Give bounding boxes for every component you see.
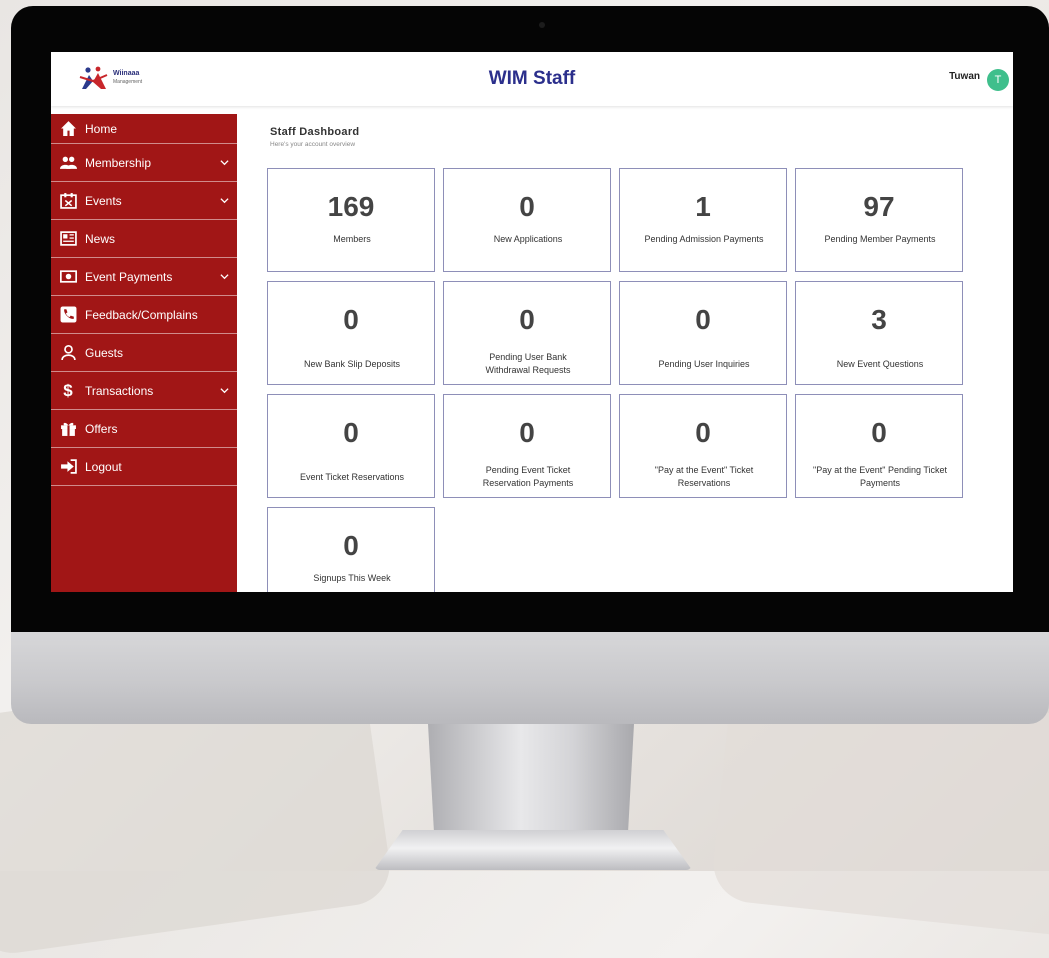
stat-label: "Pay at the Event" Pending Ticket Paymen… bbox=[813, 465, 947, 488]
screen: Wiinaaa Management WIM Staff Tuwan T Hom… bbox=[51, 52, 1013, 592]
stat-value: 0 bbox=[519, 191, 535, 222]
stat-value: 0 bbox=[343, 304, 359, 335]
sidebar-item-label: News bbox=[85, 231, 116, 246]
avatar[interactable]: T bbox=[987, 69, 1009, 91]
sidebar-item-logout[interactable]: Logout bbox=[51, 448, 237, 486]
stat-label: New Applications bbox=[493, 233, 563, 244]
calendar-icon bbox=[59, 192, 77, 210]
chevron-down-icon bbox=[220, 197, 229, 203]
phone-icon bbox=[59, 306, 77, 324]
stat-value: 97 bbox=[863, 191, 895, 222]
stat-card-signups-this-week[interactable]: 0 Signups This Week bbox=[267, 507, 435, 592]
sidebar: Home Membership Events News Event Paymen… bbox=[51, 114, 237, 592]
stat-value: 0 bbox=[871, 417, 887, 448]
sidebar-item-label: Event Payments bbox=[85, 269, 173, 284]
sidebar-item-feedback[interactable]: Feedback/Complains bbox=[51, 296, 237, 334]
home-icon bbox=[59, 120, 77, 138]
stat-value: 169 bbox=[327, 191, 375, 222]
stat-value: 3 bbox=[871, 304, 887, 335]
sidebar-item-event-payments[interactable]: Event Payments bbox=[51, 258, 237, 296]
stat-card-pay-at-event-reservations[interactable]: 0 "Pay at the Event" Ticket Reservations bbox=[619, 394, 787, 498]
stat-value: 0 bbox=[695, 304, 711, 335]
sidebar-item-label: Logout bbox=[85, 459, 122, 474]
app-title: WIM Staff bbox=[488, 68, 576, 89]
sidebar-item-membership[interactable]: Membership bbox=[51, 144, 237, 182]
chevron-down-icon bbox=[220, 273, 229, 279]
stat-label: Signups This Week bbox=[313, 572, 391, 583]
newspaper-icon bbox=[59, 230, 77, 248]
user-name[interactable]: Tuwan bbox=[949, 71, 980, 82]
stat-card-bank-slip-deposits[interactable]: 0 New Bank Slip Deposits bbox=[267, 281, 435, 385]
chevron-down-icon bbox=[220, 159, 229, 165]
stat-label: Pending Member Payments bbox=[824, 233, 936, 244]
stat-label: Pending User Bank Withdrawal Requests bbox=[485, 352, 571, 375]
stat-label: Members bbox=[333, 233, 371, 244]
stat-card-event-questions[interactable]: 3 New Event Questions bbox=[795, 281, 963, 385]
stat-value: 0 bbox=[519, 304, 535, 335]
stat-label: Pending User Inquiries bbox=[658, 358, 750, 369]
stat-card-members[interactable]: 169 Members bbox=[267, 168, 435, 272]
stat-card-ticket-reservation-payments[interactable]: 0 Pending Event Ticket Reservation Payme… bbox=[443, 394, 611, 498]
money-icon bbox=[59, 268, 77, 286]
monitor-chin bbox=[11, 632, 1049, 724]
main-content: Staff Dashboard Here's your account over… bbox=[237, 114, 1013, 592]
stat-value: 1 bbox=[695, 191, 711, 222]
stat-label: Pending Event Ticket Reservation Payment… bbox=[482, 465, 574, 488]
stat-value: 0 bbox=[519, 417, 535, 448]
dollar-icon: $ bbox=[63, 380, 73, 400]
stat-card-pending-admission-payments[interactable]: 1 Pending Admission Payments bbox=[619, 168, 787, 272]
sidebar-item-label: Feedback/Complains bbox=[85, 307, 198, 322]
sidebar-item-events[interactable]: Events bbox=[51, 182, 237, 220]
sidebar-item-guests[interactable]: Guests bbox=[51, 334, 237, 372]
stat-card-ticket-reservations[interactable]: 0 Event Ticket Reservations bbox=[267, 394, 435, 498]
stat-value: 0 bbox=[343, 417, 359, 448]
sidebar-item-label: Offers bbox=[85, 421, 118, 436]
monitor-stand-neck bbox=[428, 724, 634, 836]
stat-card-pending-member-payments[interactable]: 97 Pending Member Payments bbox=[795, 168, 963, 272]
sidebar-item-label: Membership bbox=[85, 155, 152, 170]
page-subtitle: Here's your account overview bbox=[270, 141, 356, 148]
gift-icon bbox=[59, 420, 77, 438]
sidebar-item-news[interactable]: News bbox=[51, 220, 237, 258]
sidebar-item-label: Events bbox=[85, 193, 122, 208]
monitor-stand-foot bbox=[374, 830, 692, 870]
stat-label: Pending Admission Payments bbox=[644, 233, 764, 244]
camera-icon bbox=[539, 22, 545, 28]
stat-card-new-applications[interactable]: 0 New Applications bbox=[443, 168, 611, 272]
sidebar-item-label: Home bbox=[85, 121, 118, 136]
sidebar-item-label: Transactions bbox=[85, 383, 154, 398]
sidebar-item-offers[interactable]: Offers bbox=[51, 410, 237, 448]
stat-card-bank-withdrawal-requests[interactable]: 0 Pending User Bank Withdrawal Requests bbox=[443, 281, 611, 385]
top-bar: Wiinaaa Management WIM Staff Tuwan T bbox=[51, 52, 1013, 106]
chevron-down-icon bbox=[220, 387, 229, 393]
users-icon bbox=[59, 154, 77, 172]
sidebar-item-home[interactable]: Home bbox=[51, 114, 237, 144]
stat-label: Event Ticket Reservations bbox=[299, 471, 405, 482]
stat-label: New Event Questions bbox=[836, 358, 924, 369]
page-title: Staff Dashboard bbox=[270, 126, 360, 138]
stat-label: "Pay at the Event" Ticket Reservations bbox=[654, 465, 754, 488]
stat-label: New Bank Slip Deposits bbox=[303, 358, 401, 369]
logout-icon bbox=[59, 458, 77, 476]
stat-value: 0 bbox=[343, 530, 359, 561]
user-outline-icon bbox=[59, 344, 77, 362]
stat-value: 0 bbox=[695, 417, 711, 448]
stat-card-user-inquiries[interactable]: 0 Pending User Inquiries bbox=[619, 281, 787, 385]
stat-card-pay-at-event-pending-payments[interactable]: 0 "Pay at the Event" Pending Ticket Paym… bbox=[795, 394, 963, 498]
sidebar-item-transactions[interactable]: $ Transactions bbox=[51, 372, 237, 410]
sidebar-item-label: Guests bbox=[85, 345, 124, 360]
